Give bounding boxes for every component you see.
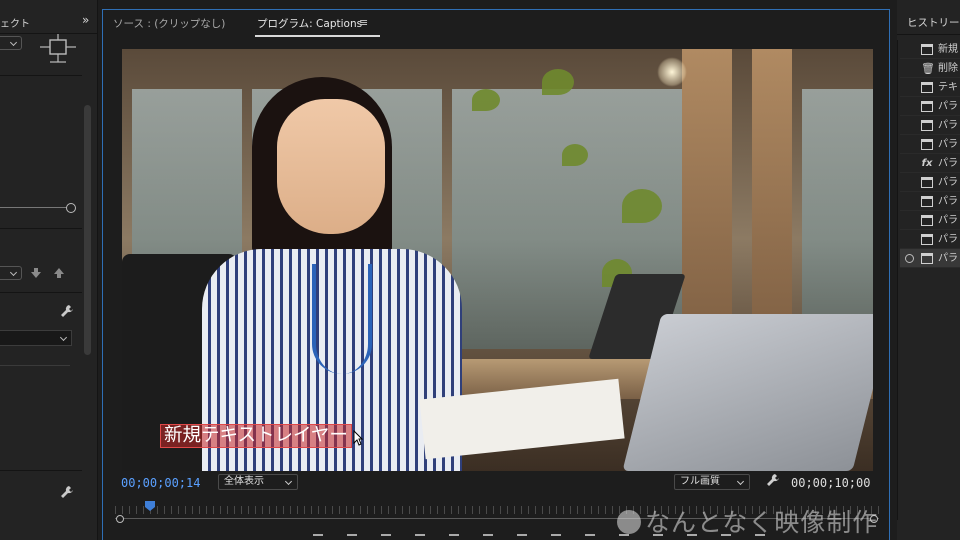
person-face <box>277 99 385 234</box>
history-item[interactable]: 🗑 削除 <box>900 59 960 78</box>
panel-divider <box>0 228 82 229</box>
history-item-label: パラ <box>938 215 958 226</box>
transport-button[interactable] <box>551 534 561 540</box>
history-item-label: パラ <box>938 158 958 169</box>
history-panel-title[interactable]: ヒストリー <box>907 15 960 30</box>
channel-watermark: なんとなく映像制作 <box>617 503 878 539</box>
clip-icon <box>921 139 933 150</box>
watermark-logo-icon <box>617 510 641 534</box>
left-panel-scrollbar[interactable] <box>84 105 91 355</box>
history-item[interactable]: テキ <box>900 78 960 97</box>
history-item[interactable]: パラ <box>900 192 960 211</box>
font-select[interactable] <box>0 330 72 346</box>
plant-leaf <box>562 144 588 166</box>
trash-icon: 🗑 <box>921 62 935 75</box>
history-item-label: 新規 <box>938 44 958 55</box>
duration-timecode: 00;00;10;00 <box>791 476 871 490</box>
transport-button[interactable] <box>381 534 391 540</box>
wrench-icon[interactable] <box>60 304 74 318</box>
effect-controls-panel: ェクト » <box>0 0 98 540</box>
transport-button[interactable] <box>415 534 425 540</box>
clip-icon <box>921 82 933 93</box>
current-timecode[interactable]: 00;00;00;14 <box>121 476 200 490</box>
history-item[interactable]: fx パラ <box>900 154 960 173</box>
left-panel-tabbar: ェクト » <box>0 0 97 34</box>
zoom-level-value: 全体表示 <box>224 476 264 487</box>
zoom-scroll-start-handle[interactable] <box>116 515 124 523</box>
transport-button[interactable] <box>347 534 357 540</box>
panel-divider <box>0 365 70 366</box>
transport-button[interactable] <box>449 534 459 540</box>
history-item[interactable]: 新規 <box>900 40 960 59</box>
tab-source[interactable]: ソース : (クリップなし) <box>113 16 225 31</box>
transport-button[interactable] <box>313 534 323 540</box>
history-item[interactable]: パラ <box>900 211 960 230</box>
clip-icon <box>921 101 933 112</box>
clip-icon <box>921 215 933 226</box>
property-slider-knob[interactable] <box>66 203 76 213</box>
tab-program[interactable]: プログラム: Captions <box>254 16 381 37</box>
history-panel: ヒストリー 新規 🗑 削除 テキ パラ パラ パラ fx パラ パラ パラ パラ パラ パラ <box>897 0 960 540</box>
fx-icon: fx <box>921 158 933 169</box>
clip-icon <box>921 120 933 131</box>
history-item-label: 削除 <box>938 63 958 74</box>
history-divider <box>897 40 898 520</box>
clip-icon <box>921 177 933 188</box>
history-item[interactable]: パラ <box>900 116 960 135</box>
move-down-icon[interactable] <box>30 267 42 279</box>
caption-text[interactable]: 新規テキストレイヤー <box>164 425 348 446</box>
panel-divider <box>897 34 960 35</box>
history-item-label: パラ <box>938 139 958 150</box>
panel-menu-icon[interactable]: ≡ <box>359 16 368 29</box>
history-item-label: パラ <box>938 234 958 245</box>
panel-divider <box>0 75 82 76</box>
clip-icon <box>921 196 933 207</box>
history-item[interactable]: パラ <box>900 230 960 249</box>
clip-icon <box>921 234 933 245</box>
history-item[interactable]: パラ <box>900 249 960 268</box>
current-state-icon <box>905 254 914 263</box>
lanyard <box>312 264 372 374</box>
history-item-label: パラ <box>938 101 958 112</box>
video-preview[interactable]: 新規テキストレイヤー <box>122 49 873 471</box>
playback-resolution-select[interactable]: フル画質 <box>674 474 750 490</box>
panel-divider <box>0 292 82 293</box>
history-item[interactable]: パラ <box>900 97 960 116</box>
wrench-icon[interactable] <box>60 485 74 499</box>
property-slider-track[interactable] <box>0 207 70 208</box>
background-window <box>802 89 873 349</box>
transport-button[interactable] <box>483 534 493 540</box>
plant-leaf <box>472 89 500 111</box>
history-item-label: テキ <box>938 82 958 93</box>
plant-leaf <box>542 69 574 95</box>
settings-wrench-icon[interactable] <box>766 473 780 487</box>
monitor-tabbar: ソース : (クリップなし) プログラム: Captions ≡ <box>103 10 889 38</box>
program-monitor-panel: ソース : (クリップなし) プログラム: Captions ≡ 新規テキストレ… <box>102 9 890 540</box>
playback-resolution-value: フル画質 <box>680 476 720 487</box>
transform-anchor-icon <box>40 34 76 63</box>
caption-text-layer[interactable]: 新規テキストレイヤー <box>160 424 352 448</box>
source-dropdown[interactable] <box>0 36 22 50</box>
history-item[interactable]: パラ <box>900 173 960 192</box>
clip-icon <box>921 44 933 55</box>
panel-divider <box>0 470 82 471</box>
plant-leaf <box>622 189 662 223</box>
transport-button[interactable] <box>585 534 595 540</box>
ceiling-light <box>657 57 687 87</box>
move-up-icon[interactable] <box>53 267 65 279</box>
zoom-level-select[interactable]: 全体表示 <box>218 474 298 490</box>
history-item[interactable]: パラ <box>900 135 960 154</box>
history-item-label: パラ <box>938 196 958 207</box>
watermark-text: なんとなく映像制作 <box>645 508 879 537</box>
mouse-cursor-icon <box>353 430 363 446</box>
layer-dropdown[interactable] <box>0 266 22 280</box>
history-item-label: パラ <box>938 177 958 188</box>
clip-icon <box>921 253 933 264</box>
history-item-label: パラ <box>938 253 958 264</box>
history-item-label: パラ <box>938 120 958 131</box>
expand-panels-icon[interactable]: » <box>82 13 89 27</box>
left-panel-tab-title[interactable]: ェクト <box>0 15 30 30</box>
laptop <box>622 314 873 471</box>
transport-button[interactable] <box>517 534 527 540</box>
